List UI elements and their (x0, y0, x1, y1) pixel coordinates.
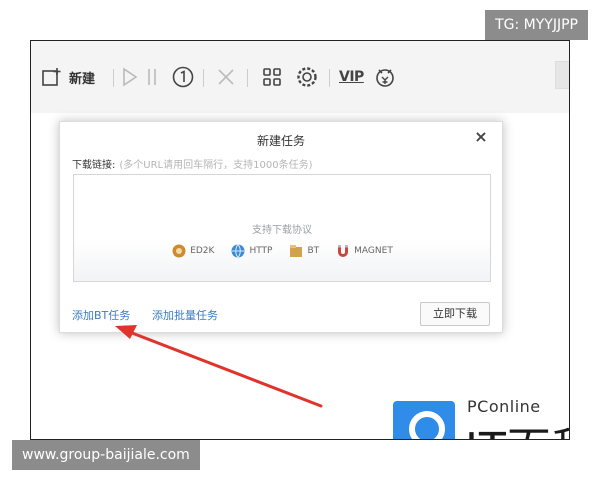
logo-square (393, 401, 455, 439)
app-window: 新建 VIP 新建任务 × 下载链接: (多个URL请用回车隔行，支持1000条… (30, 40, 570, 440)
magnifier-icon (409, 411, 445, 439)
pconline-logo: PConline IT百科 (371, 397, 569, 439)
tg-badge: TG: MYYJJPP (485, 10, 588, 40)
website-badge: www.group-baijiale.com (12, 440, 200, 470)
red-arrow-annotation (115, 325, 323, 408)
logo-brand-big: IT百科 (465, 413, 569, 439)
